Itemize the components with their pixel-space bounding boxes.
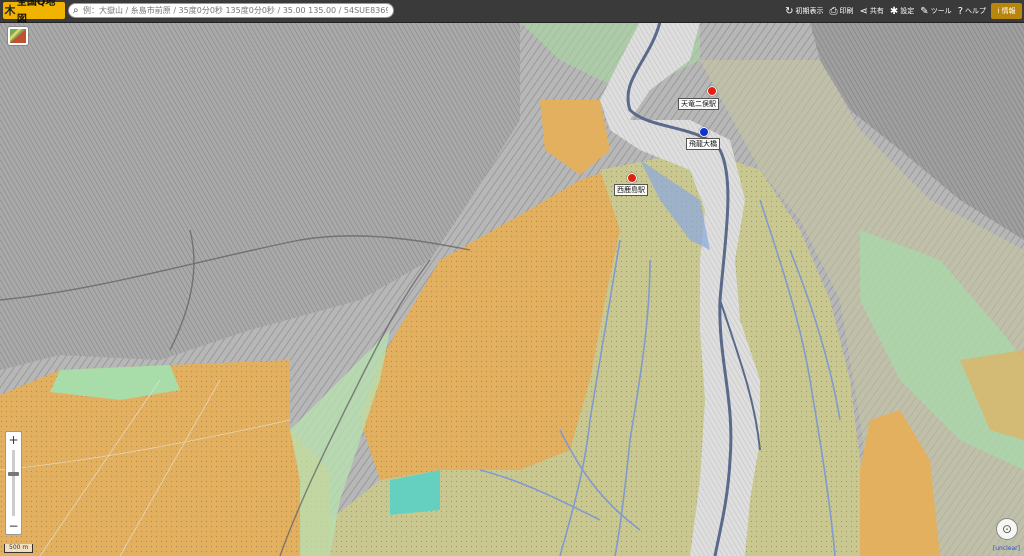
- info-button[interactable]: i 情報: [991, 3, 1022, 19]
- help-icon: ?: [957, 5, 963, 17]
- search-input[interactable]: [83, 4, 388, 17]
- app-logo-label: 全国Q地図: [16, 0, 56, 25]
- menu-item-help[interactable]: ? ヘルプ: [958, 6, 986, 17]
- station-label: 西鹿島駅: [614, 184, 648, 196]
- bridge-label: 飛龍大橋: [686, 138, 720, 150]
- compass-button[interactable]: ⊙: [996, 518, 1018, 540]
- menu-label: 初期表示: [795, 7, 824, 15]
- zoom-out-button[interactable]: −: [6, 519, 21, 533]
- map-canvas[interactable]: [0, 0, 1024, 556]
- tree-icon: ⽊: [4, 4, 16, 17]
- scale-bar: 500 m: [4, 544, 34, 553]
- app-logo-button[interactable]: ⽊ 全国Q地図: [3, 0, 65, 25]
- gear-icon: ✱: [889, 5, 899, 17]
- menu-item-reset-view[interactable]: ↻ 初期表示: [785, 6, 823, 17]
- menu-label: 設定: [900, 7, 915, 15]
- search-icon: ⌕: [73, 5, 79, 16]
- menu-item-print[interactable]: ⎙ 印刷: [830, 6, 854, 17]
- menu-item-tools[interactable]: ✎ ツール: [920, 6, 951, 17]
- menu-label: 印刷: [839, 7, 854, 15]
- zoom-in-button[interactable]: +: [6, 433, 21, 447]
- station-label: 天竜二俣駅: [678, 98, 719, 110]
- zoom-control: + −: [5, 431, 22, 535]
- menu-item-share[interactable]: ⋖ 共有: [860, 6, 884, 17]
- zoom-slider-track[interactable]: [12, 450, 15, 516]
- menu-label: ヘルプ: [965, 7, 986, 15]
- search-box[interactable]: ⌕: [68, 3, 394, 18]
- compass-icon: ⊙: [1001, 522, 1013, 536]
- bridge-dot: [699, 127, 709, 137]
- station-dot: [707, 86, 717, 96]
- info-button-label: i 情報: [997, 7, 1016, 15]
- menu-label: ツール: [930, 7, 952, 15]
- reload-icon: ↻: [785, 5, 794, 17]
- station-dot: [627, 173, 637, 183]
- menu-label: 共有: [869, 7, 884, 15]
- tool-icon: ✎: [920, 5, 929, 17]
- top-menu: ↻ 初期表示 ⎙ 印刷 ⋖ 共有 ✱ 設定 ✎ ツール ? ヘルプ: [779, 0, 986, 22]
- layers-icon: [10, 29, 26, 43]
- top-toolbar: ⽊ 全国Q地図 ⌕ ↻ 初期表示 ⎙ 印刷 ⋖ 共有 ✱ 設定 ✎ ツール ? …: [0, 0, 1024, 25]
- attribution-text[interactable]: [unclear]: [993, 545, 1020, 552]
- zoom-slider-handle[interactable]: [8, 472, 19, 476]
- print-icon: ⎙: [829, 5, 838, 17]
- share-icon: ⋖: [859, 5, 868, 17]
- menu-item-settings[interactable]: ✱ 設定: [890, 6, 914, 17]
- layer-switch-button[interactable]: [7, 26, 29, 46]
